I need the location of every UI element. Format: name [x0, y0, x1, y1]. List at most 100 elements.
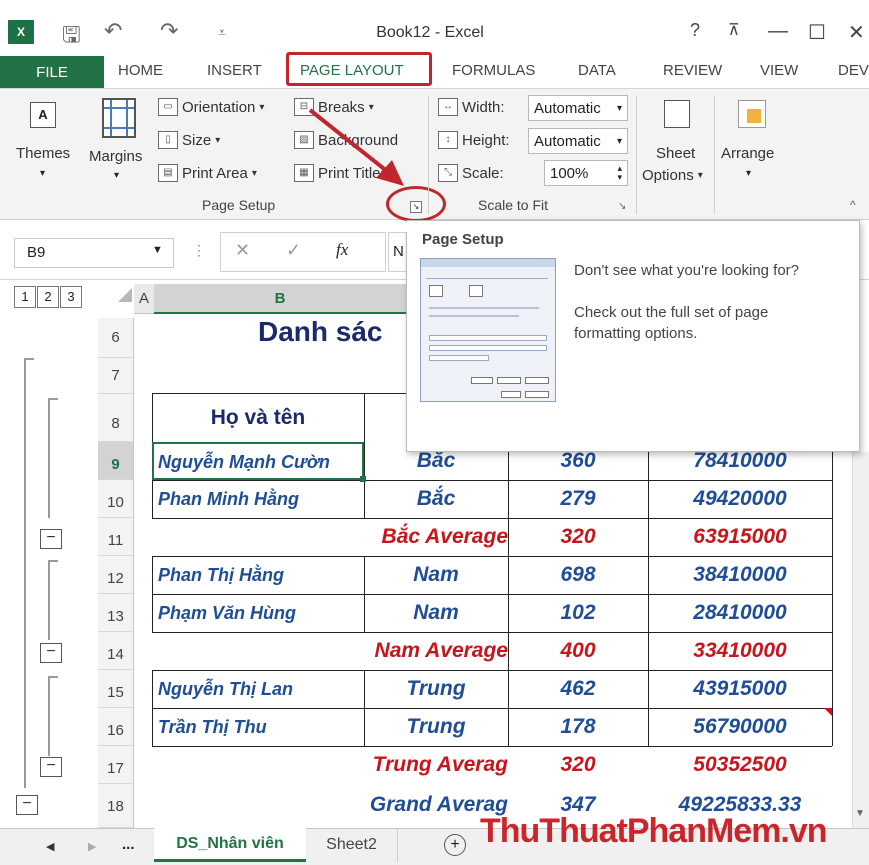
tab-data[interactable]: DATA [578, 62, 616, 79]
sheet-tab[interactable]: Sheet2 [306, 828, 398, 862]
cell-name[interactable]: Phan Thị Hằng [158, 556, 364, 594]
close-button[interactable]: ✕ [848, 20, 865, 45]
scale-spinner[interactable]: 100% ▴ ▾ [544, 160, 628, 186]
minimize-button[interactable]: — [768, 20, 788, 43]
tab-review[interactable]: REVIEW [663, 62, 722, 79]
cell-qty[interactable]: 279 [508, 480, 648, 518]
cell-name[interactable]: Nguyễn Mạnh Cườn [158, 444, 364, 480]
cell-name[interactable]: Nguyễn Thị Lan [158, 670, 364, 708]
orientation-button[interactable]: ▭ Orientation ▾ [158, 98, 264, 116]
tab-page-layout[interactable]: PAGE LAYOUT [300, 62, 404, 79]
row-header[interactable]: 7 [98, 358, 134, 394]
cell-amount[interactable]: 63915000 [648, 518, 832, 556]
insert-function-icon[interactable]: fx [336, 240, 348, 260]
cell-qty[interactable]: 102 [508, 594, 648, 632]
cell-summary[interactable]: Trung Averag [300, 746, 508, 784]
scroll-tabs-right-icon[interactable]: ▶ [88, 840, 96, 853]
arrange-button[interactable]: Arrange [721, 145, 774, 162]
scroll-down-icon[interactable]: ▼ [855, 808, 865, 819]
collapse-group-button[interactable]: − [40, 643, 62, 663]
row-header[interactable]: 11 [98, 518, 134, 556]
select-all-corner[interactable] [118, 288, 132, 302]
tab-formulas[interactable]: FORMULAS [452, 62, 535, 79]
cell-qty[interactable]: 320 [508, 746, 648, 784]
column-header-a[interactable]: A [134, 284, 154, 314]
tab-view[interactable]: VIEW [760, 62, 798, 79]
tab-home[interactable]: HOME [118, 62, 163, 79]
cell-amount[interactable]: 33410000 [648, 632, 832, 670]
row-header[interactable]: 15 [98, 670, 134, 708]
vertical-scrollbar[interactable] [852, 452, 869, 828]
height-dropdown[interactable]: Automatic ▾ [528, 128, 628, 154]
cell-summary[interactable]: Grand Averag [300, 786, 508, 824]
cell-amount[interactable]: 38410000 [648, 556, 832, 594]
margins-button[interactable]: Margins [89, 148, 142, 165]
cancel-icon[interactable]: ✕ [235, 240, 250, 261]
cell-summary[interactable]: Nam Average [300, 632, 508, 670]
outline-level-2[interactable]: 2 [37, 286, 59, 308]
cell-amount[interactable]: 28410000 [648, 594, 832, 632]
tab-developer[interactable]: DEV [838, 62, 869, 79]
name-box[interactable]: B9 [14, 238, 174, 268]
cell-qty[interactable]: 178 [508, 708, 648, 746]
collapse-ribbon-icon[interactable]: ^ [850, 198, 856, 212]
sheet-tab-active[interactable]: DS_Nhân viên [154, 828, 306, 862]
customize-qat-icon[interactable]: ⩡ [218, 24, 226, 41]
cell-region[interactable]: Nam [364, 594, 508, 632]
column-header-b[interactable]: B [154, 284, 406, 314]
cell-name[interactable]: Phạm Văn Hùng [158, 594, 364, 632]
sheet-options-line1[interactable]: Sheet [656, 145, 695, 162]
row-header[interactable]: 8 [98, 394, 134, 442]
chevron-down-icon[interactable]: ▼ [152, 244, 163, 256]
row-header[interactable]: 17 [98, 746, 134, 784]
row-header[interactable]: 14 [98, 632, 134, 670]
print-area-button[interactable]: ▤ Print Area ▾ [158, 164, 257, 182]
undo-icon[interactable]: ↶ [104, 18, 122, 44]
themes-button[interactable]: Themes [16, 145, 70, 162]
save-icon[interactable]: 🖫 [62, 18, 81, 56]
cell-amount[interactable]: 56790000 [648, 708, 832, 746]
formula-input[interactable]: N [388, 232, 408, 272]
tab-file[interactable]: FILE [0, 56, 104, 88]
cell-qty[interactable]: 698 [508, 556, 648, 594]
cell-qty[interactable]: 400 [508, 632, 648, 670]
outline-level-1[interactable]: 1 [14, 286, 36, 308]
cell-region[interactable]: Nam [364, 556, 508, 594]
cell-qty[interactable]: 320 [508, 518, 648, 556]
collapse-group-button[interactable]: − [16, 795, 38, 815]
cell-amount[interactable]: 50352500 [648, 746, 832, 784]
maximize-button[interactable]: ☐ [808, 20, 826, 45]
scroll-tabs-left-icon[interactable]: ◀ [46, 840, 54, 853]
cell-summary[interactable]: Bắc Average [300, 518, 508, 556]
sheet-options-button[interactable]: Options ▾ [642, 167, 703, 184]
tab-insert[interactable]: INSERT [207, 62, 262, 79]
row-header[interactable]: 9 [98, 442, 134, 480]
cell-region[interactable]: Trung [364, 670, 508, 708]
redo-icon[interactable]: ↷ [160, 18, 178, 44]
spinner-arrows-icon[interactable]: ▴ ▾ [617, 164, 622, 182]
row-header[interactable]: 16 [98, 708, 134, 746]
row-header[interactable]: 6 [98, 318, 134, 358]
width-dropdown[interactable]: Automatic ▾ [528, 95, 628, 121]
enter-icon[interactable]: ✓ [286, 240, 301, 261]
cell-amount[interactable]: 43915000 [648, 670, 832, 708]
cell-qty[interactable]: 462 [508, 670, 648, 708]
row-header[interactable]: 13 [98, 594, 134, 632]
cell-region[interactable]: Bắc [364, 480, 508, 518]
collapse-group-button[interactable]: − [40, 757, 62, 777]
row-header[interactable]: 18 [98, 784, 134, 828]
row-header[interactable]: 12 [98, 556, 134, 594]
more-sheets-button[interactable]: ... [122, 836, 135, 853]
cell-amount[interactable]: 49420000 [648, 480, 832, 518]
cell-name[interactable]: Phan Minh Hằng [158, 480, 364, 518]
cell-region[interactable]: Trung [364, 708, 508, 746]
outline-level-3[interactable]: 3 [60, 286, 82, 308]
collapse-group-button[interactable]: − [40, 529, 62, 549]
size-button[interactable]: ▯ Size ▾ [158, 131, 220, 149]
cell-name[interactable]: Trần Thị Thu [158, 708, 364, 746]
ribbon-display-button[interactable]: ⊼ [728, 20, 740, 40]
new-sheet-button[interactable]: + [444, 834, 466, 856]
row-header[interactable]: 10 [98, 480, 134, 518]
help-button[interactable]: ? [690, 20, 700, 41]
scale-dialog-launcher-icon[interactable]: ↘ [618, 201, 626, 212]
